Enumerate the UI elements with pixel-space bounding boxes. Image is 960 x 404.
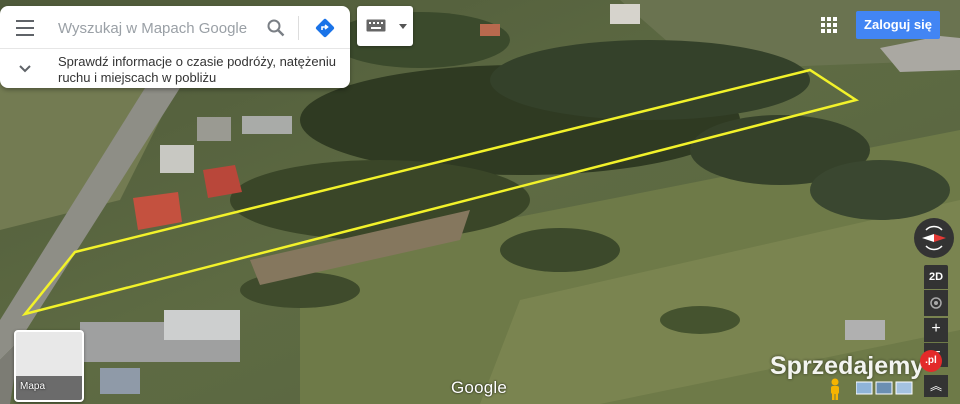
keyboard-icon (366, 19, 386, 32)
chevron-down-icon (19, 65, 31, 73)
photo-thumbnails[interactable] (856, 380, 916, 396)
zoom-in-button[interactable]: + (924, 318, 948, 342)
map-layer-label: Mapa (20, 381, 46, 392)
compass-icon[interactable] (914, 218, 954, 258)
google-logo: Google (451, 378, 508, 397)
travel-info-text: Sprawdź informacje o czasie podróży, nat… (58, 54, 336, 85)
menu-icon[interactable] (14, 17, 36, 37)
search-panel: Sprawdź informacje o czasie podróży, nat… (0, 6, 350, 88)
mode-2d-button[interactable]: 2D (924, 265, 948, 289)
watermark-text: Sprzedajemy (770, 352, 925, 380)
search-input[interactable] (56, 16, 260, 40)
my-location-button[interactable] (924, 290, 948, 316)
directions-icon[interactable] (314, 17, 336, 39)
travel-info-row[interactable]: Sprawdź informacje o czasie podróży, nat… (0, 50, 350, 88)
pegman-icon[interactable] (828, 378, 842, 400)
chevron-down-icon (399, 24, 407, 29)
input-tools-button[interactable] (357, 6, 413, 46)
apps-grid-icon[interactable] (820, 16, 838, 34)
search-divider (298, 16, 299, 40)
search-icon[interactable] (266, 18, 286, 38)
login-button[interactable]: Zaloguj się (856, 11, 940, 39)
map-layer-toggle[interactable]: Mapa (14, 330, 84, 402)
watermark-badge: .pl (920, 350, 942, 372)
location-icon (930, 297, 942, 309)
tilt-button[interactable]: ︽ (924, 375, 948, 397)
search-bar (0, 6, 350, 49)
